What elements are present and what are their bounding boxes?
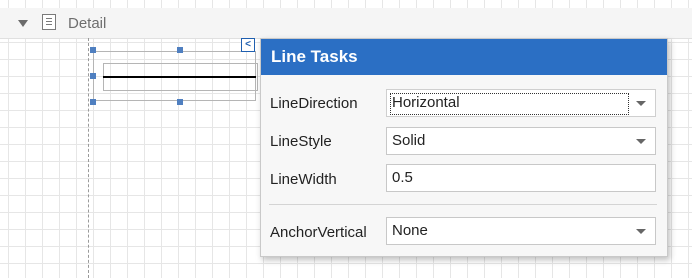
document-icon — [42, 14, 56, 30]
line-direction-dropdown[interactable]: Horizontal — [386, 89, 656, 117]
chevron-down-icon[interactable] — [636, 101, 646, 106]
resize-handle-top-left[interactable] — [90, 47, 96, 53]
line-width-label: LineWidth — [270, 171, 337, 188]
line-direction-label: LineDirection — [270, 95, 358, 112]
line-style-value: Solid — [392, 132, 426, 149]
line-tasks-panel: Line Tasks LineDirection Horizontal Line… — [260, 38, 668, 257]
anchor-vertical-dropdown[interactable]: None — [386, 217, 656, 245]
resize-handle-bottom-left[interactable] — [90, 99, 96, 105]
anchor-vertical-label: AnchorVertical — [270, 224, 367, 241]
band-margin-line — [88, 38, 89, 278]
resize-handle-left[interactable] — [90, 73, 96, 79]
divider — [269, 204, 657, 205]
resize-handle-top[interactable] — [177, 47, 183, 53]
line-style-dropdown[interactable]: Solid — [386, 127, 656, 155]
chevron-down-icon[interactable] — [636, 139, 646, 144]
resize-handle-bottom[interactable] — [177, 99, 183, 105]
line-direction-value: Horizontal — [390, 93, 629, 115]
band-title: Detail — [68, 15, 107, 32]
line-width-value: 0.5 — [392, 169, 413, 186]
line-stroke — [103, 76, 256, 78]
anchor-vertical-value: None — [392, 222, 428, 239]
line-style-label: LineStyle — [270, 133, 332, 150]
triangle-down-icon[interactable] — [18, 20, 28, 27]
chevron-left-icon[interactable]: < — [241, 38, 255, 52]
line-width-input[interactable]: 0.5 — [386, 164, 656, 192]
panel-title: Line Tasks — [261, 39, 667, 75]
chevron-down-icon[interactable] — [636, 229, 646, 234]
line-control[interactable] — [93, 51, 258, 101]
